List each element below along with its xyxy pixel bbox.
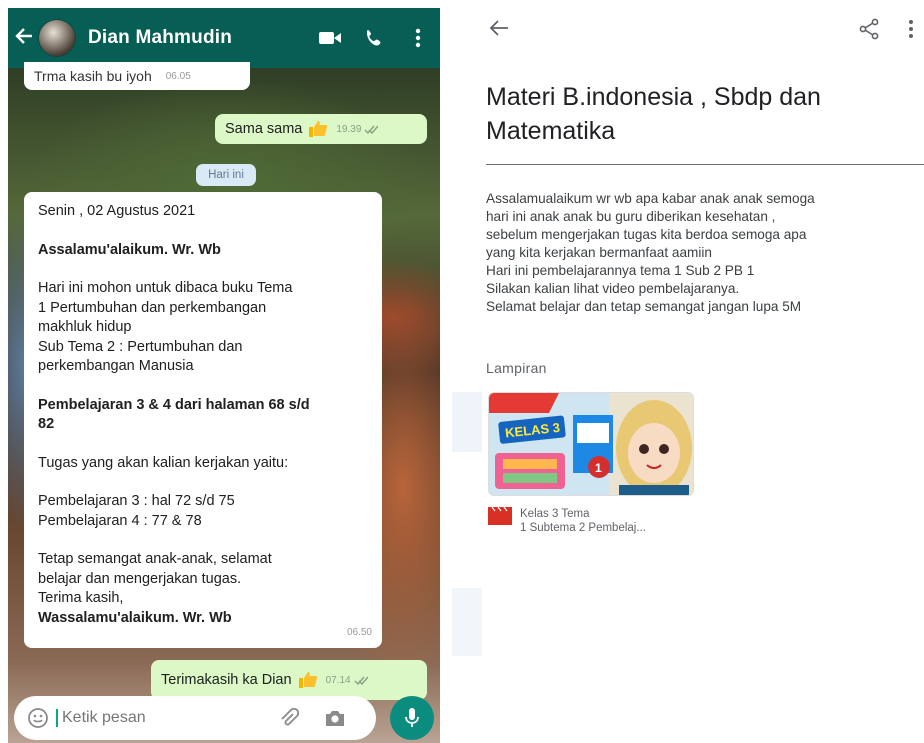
message-task-intro: Tugas yang akan kalian kerjakan yaitu: xyxy=(38,454,289,471)
message-line: 82 xyxy=(38,416,55,432)
message-line: Sub Tema 2 : Pertumbuhan dan xyxy=(38,338,243,355)
message-line: 1 Pertumbuhan dan perkembangan xyxy=(38,299,267,316)
attachment-name: Kelas 3 Tema 1 Subtema 2 Pembelaj... xyxy=(520,507,646,535)
microphone-icon xyxy=(405,708,419,727)
attachments-label: Lampiran xyxy=(486,360,547,376)
camera-icon[interactable] xyxy=(312,709,358,727)
chat-window: Dian Mahmudin Trma kasih bu iyoh 06.05 S… xyxy=(8,8,440,743)
attachment-thumbnail[interactable]: KELAS 3 1 xyxy=(488,392,694,496)
incoming-message[interactable]: Senin , 02 Agustus 2021 Assalamu'alaikum… xyxy=(24,192,382,648)
message-date-line: Senin , 02 Agustus 2021 xyxy=(38,203,196,219)
message-input[interactable] xyxy=(56,709,266,727)
message-time: 19.39 xyxy=(336,123,362,135)
thumbnail-badge: 1 xyxy=(595,461,602,475)
message-time: 06.50 xyxy=(346,626,372,638)
description-line: yang kita kerjakan bermanfaat aamiin xyxy=(486,245,712,260)
divider xyxy=(486,164,924,165)
message-text: Terimakasih ka Dian xyxy=(161,672,292,688)
message-compose-bar xyxy=(14,696,376,740)
thumbs-up-emoji-icon xyxy=(308,120,328,138)
description-line: Assalamualaikum wr wb apa kabar anak ana… xyxy=(486,191,815,206)
incoming-message[interactable]: Trma kasih bu iyoh 06.05 xyxy=(24,62,250,90)
message-paragraph: Hari ini mohon untuk dibaca buku Tema 1 … xyxy=(38,279,368,377)
message-line: Pembelajaran 3 & 4 dari halaman 68 s/d xyxy=(38,396,310,413)
back-arrow-icon[interactable] xyxy=(14,26,36,50)
video-call-icon[interactable] xyxy=(308,30,352,46)
more-options-icon[interactable] xyxy=(396,28,440,48)
message-lesson: Pembelajaran 3 & 4 dari halaman 68 s/d 8… xyxy=(38,396,368,435)
mic-button[interactable] xyxy=(390,696,434,740)
more-options-icon[interactable] xyxy=(908,18,914,45)
material-description: Assalamualaikum wr wb apa kabar anak ana… xyxy=(486,190,924,316)
message-time: 07.14 xyxy=(325,674,351,686)
message-line: Hari ini mohon untuk dibaca buku Tema xyxy=(38,280,293,296)
message-tasks: Pembelajaran 3 : hal 72 s/d 75 Pembelaja… xyxy=(38,492,368,531)
message-line: Terima kasih, xyxy=(38,590,124,606)
message-line: perkembangan Manusia xyxy=(38,358,194,374)
contact-name[interactable]: Dian Mahmudin xyxy=(88,27,308,49)
material-detail-panel: Materi B.indonesia , Sbdp dan Matematika… xyxy=(474,0,924,743)
description-line: Silakan kalian lihat video pembelajarany… xyxy=(486,281,740,296)
share-icon[interactable] xyxy=(858,18,880,45)
message-line: belajar dan mengerjakan tugas. xyxy=(38,570,242,587)
avatar[interactable] xyxy=(38,19,76,57)
attachment-file[interactable]: Kelas 3 Tema 1 Subtema 2 Pembelaj... xyxy=(488,507,646,535)
watermark-shape xyxy=(452,588,482,656)
read-check-icon xyxy=(364,125,379,134)
description-line: hari ini anak anak bu guru diberikan kes… xyxy=(486,209,776,224)
message-time: 06.05 xyxy=(165,70,191,82)
message-line: Pembelajaran 4 : 77 & 78 xyxy=(38,512,202,529)
attachment-name-line: 1 Subtema 2 Pembelaj... xyxy=(520,522,646,534)
attachment-name-line: Kelas 3 Tema xyxy=(520,508,590,520)
emoji-icon[interactable] xyxy=(20,707,56,729)
attach-icon[interactable] xyxy=(266,708,312,728)
material-title: Materi B.indonesia , Sbdp dan Matematika xyxy=(486,83,821,145)
description-line: Hari ini pembelajarannya tema 1 Sub 2 PB… xyxy=(486,263,755,278)
thumbs-up-emoji-icon xyxy=(298,671,318,689)
chat-header: Dian Mahmudin xyxy=(8,8,440,68)
phone-call-icon[interactable] xyxy=(352,28,396,48)
watermark-shape xyxy=(452,392,482,452)
description-line: sebelum mengerjakan tugas kita berdoa se… xyxy=(486,227,807,242)
read-check-icon xyxy=(354,676,368,685)
message-line: Pembelajaran 3 : hal 72 s/d 75 xyxy=(38,493,235,509)
video-file-icon xyxy=(488,507,512,525)
back-arrow-icon[interactable] xyxy=(488,18,510,43)
outgoing-message[interactable]: Sama sama 19.39 xyxy=(215,114,427,144)
outgoing-message[interactable]: Terimakasih ka Dian 07.14 xyxy=(151,660,427,700)
message-line: makhluk hidup xyxy=(38,319,132,335)
message-greeting: Assalamu'alaikum. Wr. Wb xyxy=(38,241,221,258)
message-text: Sama sama xyxy=(225,121,303,137)
message-line: Tetap semangat anak-anak, selamat xyxy=(38,551,272,567)
date-separator: Hari ini xyxy=(196,164,256,186)
message-closing: Tetap semangat anak-anak, selamat belaja… xyxy=(38,550,368,628)
description-line: Selamat belajar dan tetap semangat janga… xyxy=(486,299,802,314)
message-signoff: Wassalamu'alaikum. Wr. Wb xyxy=(38,609,232,626)
message-text: Trma kasih bu iyoh xyxy=(34,68,152,84)
